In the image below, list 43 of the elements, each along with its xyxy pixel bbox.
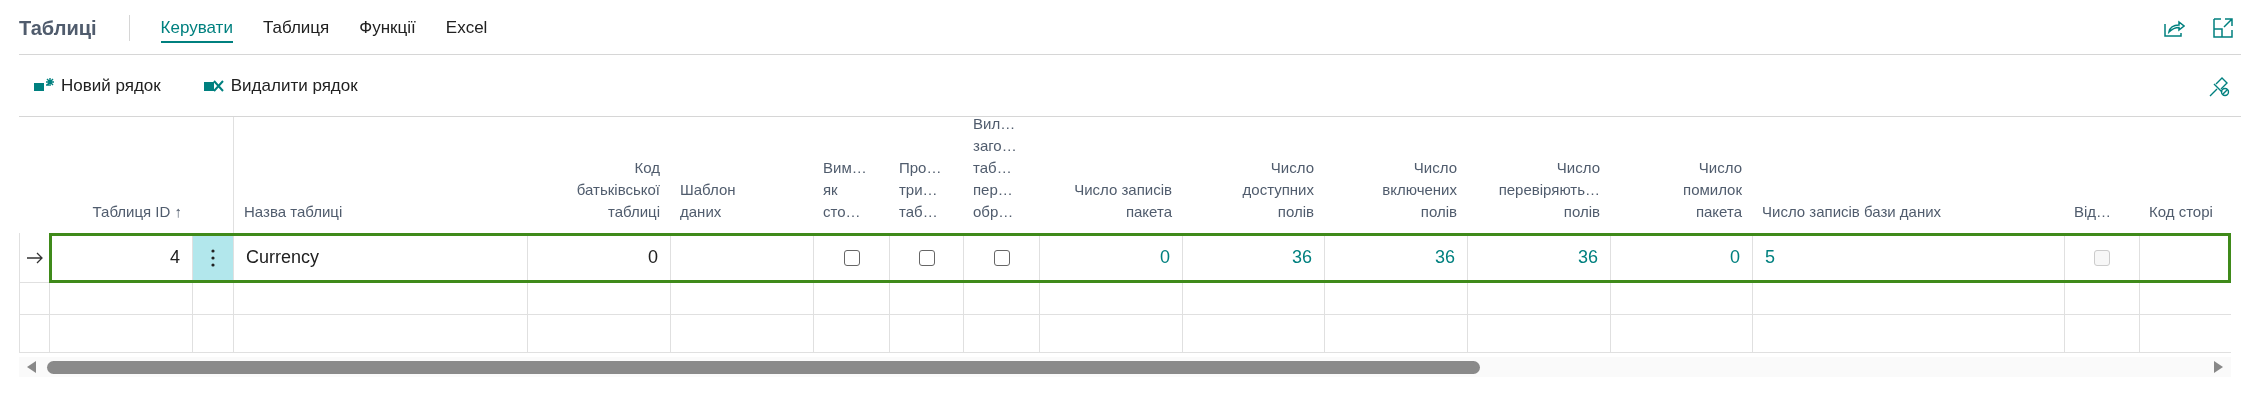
scroll-left-icon[interactable] [27, 361, 37, 373]
column-header[interactable]: Від… [2074, 201, 2112, 223]
checkbox[interactable] [843, 249, 860, 266]
column-header[interactable]: Число включених полів [1382, 157, 1457, 223]
share-icon[interactable] [2163, 18, 2185, 38]
table-cell: 4 [170, 247, 180, 268]
column-header[interactable]: Код батьківської таблиці [576, 157, 660, 223]
menu-tab[interactable]: Функції [359, 13, 416, 43]
expand-icon[interactable] [2213, 18, 2233, 38]
column-header[interactable]: Число помилок пакета [1683, 157, 1742, 223]
checkbox[interactable] [993, 249, 1010, 266]
table-cell: 0 [648, 247, 658, 268]
menu-tab[interactable]: Керувати [160, 13, 233, 43]
empty-cell [192, 283, 233, 315]
column-header[interactable]: Таблиця ID ↑ [92, 201, 182, 223]
column-header[interactable]: Шаблон даних [680, 179, 736, 223]
column-header[interactable]: Код сторі [2149, 201, 2213, 223]
count-link[interactable]: 36 [1434, 247, 1455, 268]
column-header[interactable]: Число перевіряють… полів [1498, 157, 1600, 223]
horizontal-scrollbar[interactable] [19, 357, 2231, 377]
column-header[interactable]: Вим… як сто… [823, 157, 867, 223]
count-link[interactable]: 0 [1160, 247, 1170, 268]
scroll-right-icon[interactable] [2213, 361, 2223, 373]
action-button[interactable]: Новий рядок [27, 71, 167, 100]
count-link[interactable]: 0 [1730, 247, 1740, 268]
page-title: Таблиці [19, 16, 97, 40]
table-cell: Currency [246, 247, 320, 268]
count-link[interactable]: 36 [1291, 247, 1312, 268]
count-link[interactable]: 5 [1765, 247, 1775, 268]
column-header[interactable]: Вил… заго… таб… пер… обр… [973, 117, 1017, 223]
empty-cell [19, 315, 49, 353]
column-header[interactable]: Число записів пакета [1074, 179, 1172, 223]
column-header[interactable]: Число доступних полів [1242, 157, 1314, 223]
scrollbar-thumb[interactable] [47, 360, 1480, 374]
column-header[interactable]: Назва таблиці [244, 201, 343, 223]
checkbox[interactable] [918, 249, 935, 266]
count-link[interactable]: 36 [1577, 247, 1598, 268]
column-header[interactable]: Число записів бази даних [1762, 201, 1942, 223]
menu-tab[interactable]: Таблиця [262, 13, 330, 43]
column-header[interactable]: Про… три… таб… [899, 157, 942, 223]
action-button[interactable]: Видалити рядок [196, 71, 364, 100]
menu-tab[interactable]: Excel [445, 13, 488, 43]
empty-cell [192, 315, 233, 353]
